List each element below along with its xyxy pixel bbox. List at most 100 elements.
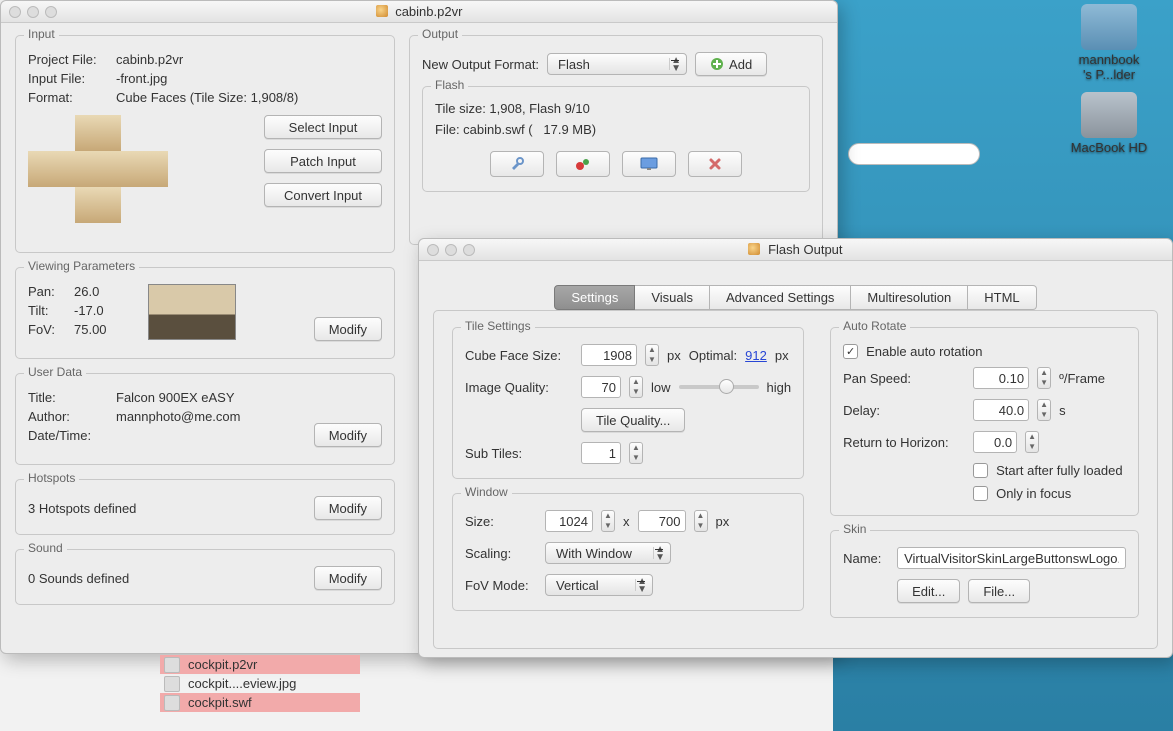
format-select[interactable]: Flash ▲▼ bbox=[547, 53, 687, 75]
width-stepper[interactable]: ▲▼ bbox=[601, 510, 615, 532]
modify-viewing-button[interactable]: Modify bbox=[314, 317, 382, 341]
file-icon bbox=[164, 676, 180, 692]
document-icon bbox=[376, 5, 388, 17]
minimize-icon[interactable] bbox=[445, 244, 457, 256]
enable-autorotate-label: Enable auto rotation bbox=[866, 344, 982, 359]
delay-label: Delay: bbox=[843, 403, 965, 418]
x-icon bbox=[708, 157, 722, 171]
tool-button[interactable] bbox=[490, 151, 544, 177]
skin-group: Skin Name: Edit... File... bbox=[830, 530, 1139, 618]
height-input[interactable] bbox=[638, 510, 686, 532]
flash-icon bbox=[748, 243, 760, 255]
skin-edit-button[interactable]: Edit... bbox=[897, 579, 960, 603]
group-label: Output bbox=[418, 27, 462, 41]
flash-tilesize: Tile size: 1,908, Flash 9/10 bbox=[435, 101, 797, 116]
titlebar[interactable]: Flash Output bbox=[419, 239, 1172, 261]
only-focus-checkbox[interactable] bbox=[973, 486, 988, 501]
modify-sound-button[interactable]: Modify bbox=[314, 566, 382, 590]
height-stepper[interactable]: ▲▼ bbox=[694, 510, 708, 532]
file-row[interactable]: cockpit.swf bbox=[160, 693, 360, 712]
delay-stepper[interactable]: ▲▼ bbox=[1037, 399, 1051, 421]
desktop-icon-label: 's P...lder bbox=[1079, 67, 1140, 82]
zoom-icon[interactable] bbox=[45, 6, 57, 18]
sound-text: 0 Sounds defined bbox=[28, 571, 129, 586]
return-label: Return to Horizon: bbox=[843, 435, 965, 450]
gears-button[interactable] bbox=[556, 151, 610, 177]
tile-settings-group: Tile Settings Cube Face Size: ▲▼ px Opti… bbox=[452, 327, 804, 479]
quality-slider[interactable] bbox=[679, 385, 759, 389]
skin-name-label: Name: bbox=[843, 551, 889, 566]
cube-face-input[interactable] bbox=[581, 344, 637, 366]
flash-output-window: Flash Output Settings Visuals Advanced S… bbox=[418, 238, 1173, 658]
select-input-button[interactable]: Select Input bbox=[264, 115, 382, 139]
group-label: Auto Rotate bbox=[839, 319, 910, 333]
hotspots-group: Hotspots 3 Hotspots defined Modify bbox=[15, 479, 395, 535]
sound-group: Sound 0 Sounds defined Modify bbox=[15, 549, 395, 605]
enable-autorotate-checkbox[interactable]: ✓ bbox=[843, 344, 858, 359]
modify-userdata-button[interactable]: Modify bbox=[314, 423, 382, 447]
viewing-preview bbox=[148, 284, 236, 340]
titlebar[interactable]: cabinb.p2vr bbox=[1, 1, 837, 23]
search-input[interactable] bbox=[848, 143, 980, 165]
output-group: Output New Output Format: Flash ▲▼ Add F… bbox=[409, 35, 823, 245]
group-label: Hotspots bbox=[24, 471, 79, 485]
tab-settings[interactable]: Settings bbox=[554, 285, 635, 310]
cube-face-stepper[interactable]: ▲▼ bbox=[645, 344, 659, 366]
width-input[interactable] bbox=[545, 510, 593, 532]
panspeed-stepper[interactable]: ▲▼ bbox=[1037, 367, 1051, 389]
tab-advanced[interactable]: Advanced Settings bbox=[710, 285, 851, 310]
desktop-icon-folder[interactable]: mannbook 's P...lder bbox=[1079, 4, 1140, 82]
file-icon bbox=[164, 695, 180, 711]
quality-label: Image Quality: bbox=[465, 380, 573, 395]
plus-icon bbox=[710, 57, 724, 71]
group-label: Sound bbox=[24, 541, 67, 555]
convert-input-button[interactable]: Convert Input bbox=[264, 183, 382, 207]
skin-name-input[interactable] bbox=[897, 547, 1126, 569]
add-button[interactable]: Add bbox=[695, 52, 767, 76]
patch-input-button[interactable]: Patch Input bbox=[264, 149, 382, 173]
optimal-link[interactable]: 912 bbox=[745, 348, 767, 363]
delete-button[interactable] bbox=[688, 151, 742, 177]
delay-input[interactable] bbox=[973, 399, 1029, 421]
tabbar: Settings Visuals Advanced Settings Multi… bbox=[419, 275, 1172, 310]
window-title: cabinb.p2vr bbox=[1, 4, 837, 19]
start-after-checkbox[interactable] bbox=[973, 463, 988, 478]
close-icon[interactable] bbox=[427, 244, 439, 256]
window-title: Flash Output bbox=[419, 242, 1172, 257]
subtiles-stepper[interactable]: ▲▼ bbox=[629, 442, 643, 464]
return-input[interactable] bbox=[973, 431, 1017, 453]
file-row[interactable]: cockpit....eview.jpg bbox=[160, 674, 360, 693]
quality-stepper[interactable]: ▲▼ bbox=[629, 376, 643, 398]
tab-visuals[interactable]: Visuals bbox=[635, 285, 710, 310]
file-list: cockpit.p2vr cockpit....eview.jpg cockpi… bbox=[160, 655, 360, 712]
close-icon[interactable] bbox=[9, 6, 21, 18]
file-row[interactable]: cockpit.p2vr bbox=[160, 655, 360, 674]
tile-quality-button[interactable]: Tile Quality... bbox=[581, 408, 685, 432]
return-stepper[interactable]: ▲▼ bbox=[1025, 431, 1039, 453]
input-group: Input Project File:cabinb.p2vr Input Fil… bbox=[15, 35, 395, 253]
flash-output-group: Flash Tile size: 1,908, Flash 9/10 File:… bbox=[422, 86, 810, 192]
modify-hotspots-button[interactable]: Modify bbox=[314, 496, 382, 520]
start-after-label: Start after fully loaded bbox=[996, 463, 1122, 478]
monitor-icon bbox=[640, 157, 658, 171]
desktop-icon-label: mannbook bbox=[1079, 52, 1140, 67]
minimize-icon[interactable] bbox=[27, 6, 39, 18]
quality-input[interactable] bbox=[581, 376, 621, 398]
panspeed-input[interactable] bbox=[973, 367, 1029, 389]
hotspots-text: 3 Hotspots defined bbox=[28, 501, 136, 516]
tab-html[interactable]: HTML bbox=[968, 285, 1036, 310]
desktop-icon-hd[interactable]: MacBook HD bbox=[1071, 92, 1148, 155]
subtiles-input[interactable] bbox=[581, 442, 621, 464]
fovmode-label: FoV Mode: bbox=[465, 578, 537, 593]
userdata-group: User Data Title:Falcon 900EX eASY Author… bbox=[15, 373, 395, 465]
tab-multires[interactable]: Multiresolution bbox=[851, 285, 968, 310]
skin-file-button[interactable]: File... bbox=[968, 579, 1030, 603]
fovmode-select[interactable]: Vertical▲▼ bbox=[545, 574, 653, 596]
gears-icon bbox=[574, 156, 592, 172]
cube-face-label: Cube Face Size: bbox=[465, 348, 573, 363]
group-label: Flash bbox=[431, 78, 468, 92]
zoom-icon[interactable] bbox=[463, 244, 475, 256]
scaling-select[interactable]: With Window▲▼ bbox=[545, 542, 671, 564]
cube-preview bbox=[28, 115, 168, 223]
display-button[interactable] bbox=[622, 151, 676, 177]
